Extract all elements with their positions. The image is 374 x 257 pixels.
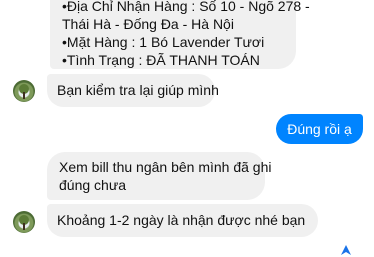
message-line: •Tình Trạng : ĐÃ THANH TOÁN — [62, 52, 260, 68]
message-line: •Địa Chỉ Nhận Hàng : Số 10 - Ngõ 278 - — [62, 0, 310, 14]
avatar[interactable] — [13, 211, 35, 233]
message-line: Thái Hà - Đống Đa - Hà Nội — [62, 16, 234, 32]
message-bubble-outgoing[interactable]: Đúng rồi ạ — [276, 114, 363, 144]
message-line: đúng chưa — [59, 177, 126, 193]
avatar-trunk-shape — [23, 92, 25, 99]
message-bubble-bill-check[interactable]: Xem bill thu ngân bên mình đã ghi đúng c… — [47, 152, 272, 200]
avatar[interactable] — [13, 80, 35, 102]
message-line: •Mặt Hàng : 1 Bó Lavender Tươi — [62, 34, 265, 50]
message-bubble-shipping-info[interactable]: •Địa Chỉ Nhận Hàng : Số 10 - Ngõ 278 - T… — [50, 0, 310, 69]
message-bubble-check-request[interactable]: Bạn kiểm tra lại giúp mình — [47, 74, 219, 107]
message-line: Xem bill thu ngân bên mình đã ghi — [59, 159, 272, 175]
message-bubble-delivery-time[interactable]: Khoảng 1-2 ngày là nhận được nhé bạn — [47, 204, 318, 237]
message-line: Đúng rồi ạ — [287, 121, 352, 137]
seen-arrow-icon — [341, 245, 351, 255]
message-line: Bạn kiểm tra lại giúp mình — [57, 82, 219, 98]
message-line: Khoảng 1-2 ngày là nhận được nhé bạn — [57, 212, 306, 228]
avatar-trunk-shape — [23, 223, 25, 230]
